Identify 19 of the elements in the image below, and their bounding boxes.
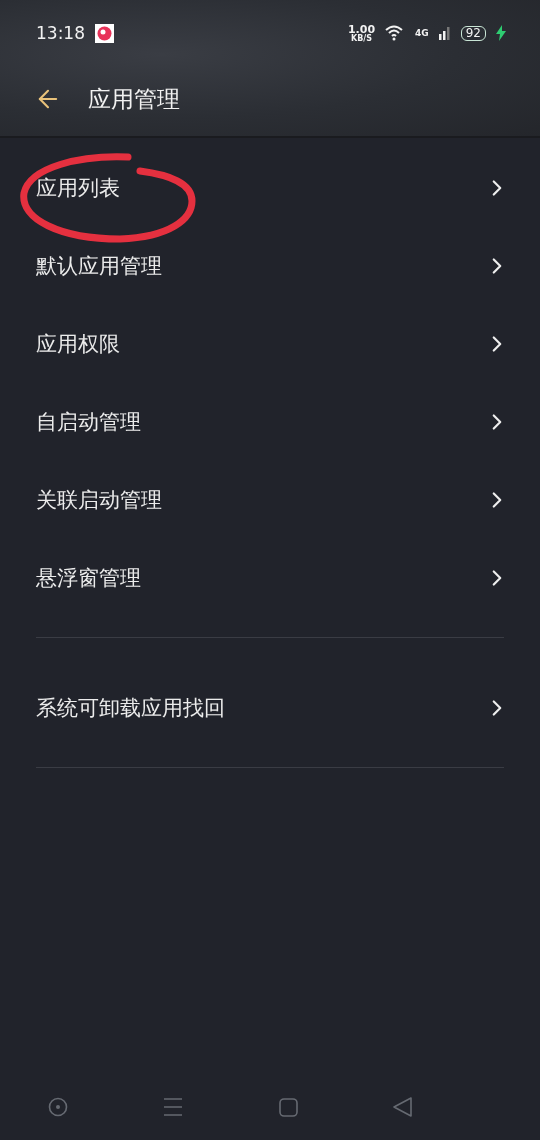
menu-item[interactable]: 应用列表	[0, 149, 540, 227]
battery-level: 92	[460, 25, 486, 41]
speed-unit: KB/S	[351, 34, 372, 43]
network-type: 4G	[415, 28, 429, 38]
menu-item[interactable]: 自启动管理	[0, 383, 540, 461]
home-icon[interactable]	[278, 1097, 298, 1117]
app-notification-icon	[95, 23, 114, 43]
page-title: 应用管理	[88, 84, 180, 114]
menu-item[interactable]: 悬浮窗管理	[0, 539, 540, 617]
back-nav-icon[interactable]	[393, 1097, 413, 1117]
status-time: 13:18	[36, 23, 85, 43]
menu-item[interactable]: 系统可卸载应用找回	[0, 669, 540, 747]
network-speed: 1.00	[347, 23, 376, 35]
menu-item[interactable]: 默认应用管理	[0, 227, 540, 305]
assistant-icon[interactable]	[47, 1097, 68, 1117]
signal-icon	[438, 26, 451, 40]
menu-icon[interactable]	[163, 1098, 184, 1116]
menu-item[interactable]: 关联启动管理	[0, 461, 540, 539]
menu-item[interactable]: 应用权限	[0, 305, 540, 383]
